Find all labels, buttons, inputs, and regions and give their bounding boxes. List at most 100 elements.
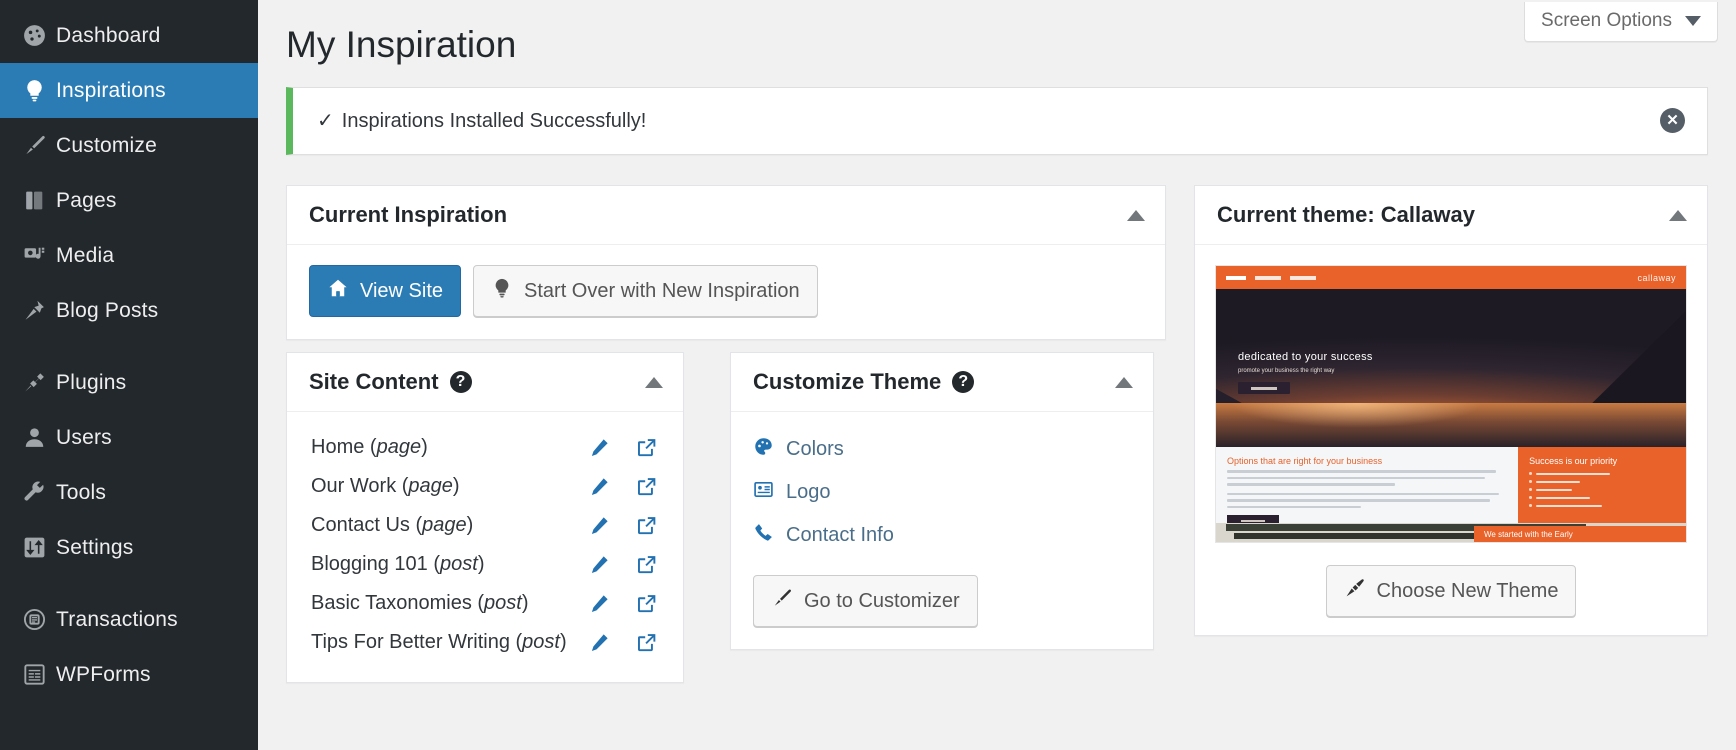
help-icon[interactable]: ?: [952, 371, 975, 394]
notice-text: ✓ Inspirations Installed Successfully!: [317, 108, 646, 133]
content-name: Basic Taxonomies: [311, 592, 472, 615]
external-link-icon[interactable]: [636, 515, 657, 536]
sidebar-item-transactions[interactable]: Transactions: [0, 592, 258, 647]
content-name: Tips For Better Writing: [311, 631, 510, 654]
row-actions: [589, 476, 671, 497]
text-line: [1227, 476, 1485, 480]
customize-link-colors[interactable]: Colors: [753, 428, 1131, 471]
theme-preview-footer: We started with the Early: [1216, 523, 1686, 543]
start-over-label: Start Over with New Inspiration: [524, 279, 800, 302]
panel-title: Current Inspiration: [309, 202, 508, 228]
sidebar-item-inspirations[interactable]: Inspirations: [0, 63, 258, 118]
panel-header: Site Content ?: [287, 353, 683, 413]
sliders-icon: [12, 535, 56, 560]
panel-title: Site Content ?: [309, 369, 472, 395]
mountain-shape: [1576, 301, 1686, 420]
customize-link-contact-info[interactable]: Contact Info: [753, 514, 1131, 557]
list-item: [1529, 504, 1675, 508]
choose-new-theme-label: Choose New Theme: [1376, 579, 1559, 602]
edit-pencil-icon[interactable]: [589, 515, 610, 536]
view-site-button[interactable]: View Site: [309, 265, 462, 318]
sidebar-item-label: Settings: [56, 535, 134, 559]
theme-preview-hero: dedicated to your success promote your b…: [1216, 289, 1686, 448]
theme-preview-hero-subheading: promote your business the right way: [1238, 368, 1335, 375]
image-card-icon: [753, 479, 774, 506]
lightbulb-icon: [491, 277, 513, 305]
close-icon[interactable]: ✕: [1660, 108, 1685, 134]
dashboard-icon: [12, 23, 56, 48]
theme-preview-left-heading: Options that are right for your business: [1227, 456, 1383, 467]
sidebar-item-dashboard[interactable]: Dashboard: [0, 8, 258, 63]
chevron-up-icon[interactable]: [1115, 376, 1133, 388]
row-actions: [589, 632, 671, 653]
current-inspiration-panel: Current Inspiration View Site Start Over…: [286, 185, 1166, 341]
edit-pencil-icon[interactable]: [589, 632, 610, 653]
sidebar-item-media[interactable]: Media: [0, 228, 258, 283]
sidebar-item-settings[interactable]: Settings: [0, 520, 258, 575]
row-actions: [589, 515, 671, 536]
content-name: Blogging 101: [311, 553, 428, 576]
sidebar-item-tools[interactable]: Tools: [0, 465, 258, 520]
external-link-icon[interactable]: [636, 632, 657, 653]
go-to-customizer-button[interactable]: Go to Customizer: [753, 575, 978, 628]
transactions-icon: [12, 607, 56, 632]
screen-options-button[interactable]: Screen Options: [1524, 2, 1718, 42]
panel-body: Home (page) Our Work (page) Contact Us (…: [287, 412, 683, 682]
chevron-down-icon: [1685, 16, 1701, 26]
theme-preview-nav: callaway: [1216, 266, 1686, 290]
customize-theme-panel: Customize Theme ? Colors Logo Contact In…: [730, 352, 1154, 651]
customizer-button-row: Go to Customizer: [753, 557, 1131, 628]
content-type: page: [376, 436, 422, 459]
table-row: Home (page): [309, 428, 673, 467]
sidebar-item-users[interactable]: Users: [0, 410, 258, 465]
edit-pencil-icon[interactable]: [589, 476, 610, 497]
sidebar-item-label: Transactions: [56, 607, 178, 631]
page-title: My Inspiration: [286, 24, 517, 65]
choose-new-theme-button[interactable]: Choose New Theme: [1325, 565, 1577, 618]
panel-body: callaway dedicated to your success promo…: [1195, 245, 1707, 635]
theme-preview-right-heading: Success is our priority: [1529, 456, 1618, 467]
home-icon: [327, 277, 349, 305]
customize-link-logo[interactable]: Logo: [753, 471, 1131, 514]
start-over-button[interactable]: Start Over with New Inspiration: [473, 265, 818, 318]
dashboard-columns: Current Inspiration View Site Start Over…: [258, 155, 1736, 684]
edit-pencil-icon[interactable]: [589, 593, 610, 614]
row-actions: [589, 593, 671, 614]
text-line: [1227, 470, 1496, 473]
content-row-label: Blogging 101 (post): [311, 553, 485, 576]
panel-title: Current theme: Callaway: [1217, 202, 1475, 228]
view-site-label: View Site: [360, 279, 444, 302]
help-icon[interactable]: ?: [449, 371, 472, 394]
sidebar-item-label: Plugins: [56, 370, 127, 394]
wrench-icon: [12, 480, 56, 505]
sidebar-separator: [0, 338, 258, 355]
external-link-icon[interactable]: [636, 593, 657, 614]
sidebar-item-label: Blog Posts: [56, 298, 159, 322]
check-icon: ✓: [317, 110, 334, 133]
external-link-icon[interactable]: [636, 437, 657, 458]
content-type: post: [484, 592, 522, 615]
external-link-icon[interactable]: [636, 554, 657, 575]
sidebar-item-blog-posts[interactable]: Blog Posts: [0, 283, 258, 338]
chevron-up-icon[interactable]: [1127, 209, 1145, 221]
sidebar-item-wpforms[interactable]: WPForms: [0, 647, 258, 702]
pushpin-icon: [12, 298, 56, 323]
chevron-up-icon[interactable]: [1669, 209, 1687, 221]
paintbrush-icon: [771, 587, 793, 615]
external-link-icon[interactable]: [636, 476, 657, 497]
edit-pencil-icon[interactable]: [589, 437, 610, 458]
current-theme-panel: Current theme: Callaway callaway dedicat…: [1194, 185, 1708, 637]
customize-link-label: Colors: [786, 438, 844, 461]
chevron-up-icon[interactable]: [645, 376, 663, 388]
theme-screenshot[interactable]: callaway dedicated to your success promo…: [1215, 265, 1687, 544]
content-name: Home: [311, 436, 365, 459]
sidebar-item-plugins[interactable]: Plugins: [0, 355, 258, 410]
edit-pencil-icon[interactable]: [589, 554, 610, 575]
sidebar-item-pages[interactable]: Pages: [0, 173, 258, 228]
sidebar-item-label: Pages: [56, 188, 117, 212]
theme-preview-hero-button: [1238, 382, 1290, 395]
panel-title: Customize Theme ?: [753, 369, 975, 395]
sidebar-item-customize[interactable]: Customize: [0, 118, 258, 173]
choose-theme-button-row: Choose New Theme: [1215, 543, 1687, 621]
content-row-label: Contact Us (page): [311, 514, 474, 537]
